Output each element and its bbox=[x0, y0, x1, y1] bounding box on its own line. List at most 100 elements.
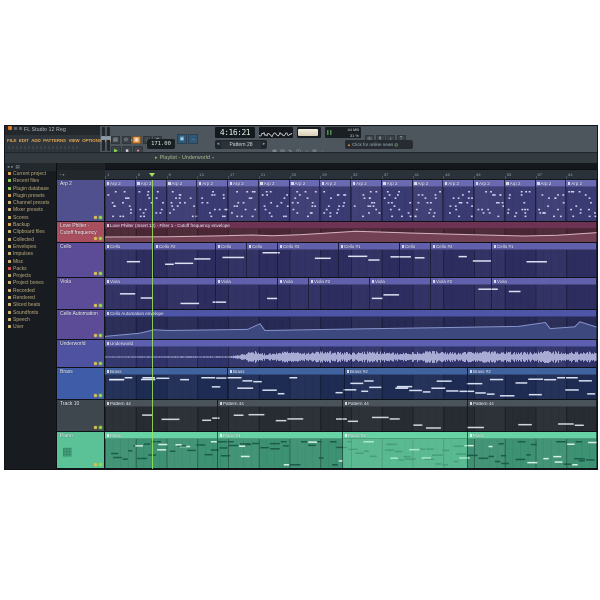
browser-item-scores[interactable]: Scores bbox=[5, 215, 56, 222]
track-record-led[interactable] bbox=[94, 237, 97, 240]
track-header-track-10[interactable]: Track 10 bbox=[57, 400, 105, 431]
clip-brass[interactable]: Brass bbox=[105, 368, 228, 399]
track-header-brass[interactable]: Brass bbox=[57, 368, 105, 399]
clip-pattern-44[interactable]: Pattern 44 bbox=[218, 400, 343, 431]
menu-options[interactable]: OPTIONS bbox=[82, 138, 102, 143]
clip-arp-2[interactable]: Arp 2 bbox=[351, 180, 382, 221]
clip-cello[interactable]: Cello bbox=[105, 243, 154, 277]
pattern-selector[interactable]: ◂ Pattern 28 ▸ bbox=[215, 140, 267, 149]
clip-cello[interactable]: Cello bbox=[400, 243, 431, 277]
clip-brass-2[interactable]: Brass #2 bbox=[345, 368, 468, 399]
browser-item-projects[interactable]: Projects bbox=[5, 273, 56, 280]
track-enable-led[interactable] bbox=[99, 237, 102, 240]
browser-item-recorded[interactable]: Recorded bbox=[5, 288, 56, 295]
track-record-led[interactable] bbox=[94, 394, 97, 397]
pattern-name[interactable]: Pattern 28 bbox=[221, 141, 261, 149]
playlist-title[interactable]: ▸Playlist - Underworld▾ bbox=[155, 153, 214, 163]
clip-arp-2[interactable]: Arp 2 bbox=[382, 180, 413, 221]
track-header-piano[interactable]: Piano▦ bbox=[57, 432, 105, 468]
track-enable-led[interactable] bbox=[99, 426, 102, 429]
clip-arp-2[interactable]: Arp 2 bbox=[505, 180, 536, 221]
clip-piano-2[interactable]: Piano #2 bbox=[343, 432, 468, 468]
track-record-led[interactable] bbox=[94, 426, 97, 429]
browser-back-icon[interactable]: ◂ bbox=[7, 164, 9, 169]
track-lane-brass[interactable]: BrassBrassBrass #2Brass #2 bbox=[105, 368, 597, 399]
menu-edit[interactable]: EDIT bbox=[19, 138, 29, 143]
browser-item-current-project[interactable]: Current project bbox=[5, 171, 56, 178]
clip-arp-2[interactable]: Arp 2 bbox=[320, 180, 351, 221]
playlist-scroll-strip[interactable] bbox=[105, 163, 597, 170]
track-lane-arp-2[interactable]: Arp 2Arp 2Arp 2Arp 2Arp 2Arp 2Arp 2Arp 2… bbox=[105, 180, 597, 221]
track-header-arp-2[interactable]: Arp 2 bbox=[57, 180, 105, 221]
track-record-led[interactable] bbox=[94, 304, 97, 307]
clip-cello-1[interactable]: Cello #1 bbox=[492, 243, 597, 277]
clip-piano[interactable]: Piano bbox=[468, 432, 597, 468]
clip-pattern-44[interactable]: Pattern 44 bbox=[343, 400, 468, 431]
track-enable-led[interactable] bbox=[99, 463, 102, 466]
browser-item-recent-files[interactable]: Recent files bbox=[5, 178, 56, 185]
browser-item-sliced-beats[interactable]: Sliced beats bbox=[5, 302, 56, 309]
track-lane-viola[interactable]: ViolaViolaViolaViola #2ViolaViola #2Viol… bbox=[105, 278, 597, 309]
timeline-ruler[interactable]: 15913172125293337414549535761 bbox=[105, 170, 597, 180]
clip-arp-2[interactable]: Arp 2 bbox=[443, 180, 474, 221]
titlebar[interactable]: FL Studio 12 Reg bbox=[5, 126, 100, 135]
track-record-led[interactable] bbox=[94, 463, 97, 466]
clip-arp-2[interactable]: Arp 2 bbox=[167, 180, 198, 221]
song-mode-icon[interactable]: → bbox=[188, 134, 198, 144]
track-enable-led[interactable] bbox=[99, 304, 102, 307]
clip-arp-2[interactable]: Arp 2 bbox=[566, 180, 597, 221]
main-volume-bar[interactable] bbox=[297, 127, 321, 138]
track-enable-led[interactable] bbox=[99, 334, 102, 337]
clip-brass-2[interactable]: Brass #2 bbox=[468, 368, 597, 399]
clip-cello-automation-envelope[interactable]: Cello Automation envelope bbox=[105, 310, 597, 339]
menu-add[interactable]: ADD bbox=[31, 138, 40, 143]
track-enable-led[interactable] bbox=[99, 272, 102, 275]
clip-piano-1[interactable]: Piano #1 bbox=[218, 432, 343, 468]
browser-item-user[interactable]: User bbox=[5, 324, 56, 331]
browser-item-clipboard-files[interactable]: Clipboard files bbox=[5, 229, 56, 236]
playhead-marker[interactable] bbox=[149, 173, 155, 177]
track-lane-cello[interactable]: CelloCello #2CelloCelloCello #2Cello #1C… bbox=[105, 243, 597, 277]
track-lane-love-philter[interactable]: Love Philter (Insert 12) - Filter 1 - Cu… bbox=[105, 222, 597, 242]
clip-brass[interactable]: Brass bbox=[228, 368, 345, 399]
clip-cello[interactable]: Cello bbox=[247, 243, 278, 277]
browser-item-plugin-database[interactable]: Plugin database bbox=[5, 186, 56, 193]
browser-page-icon[interactable]: ▤ bbox=[16, 164, 20, 169]
pattern-mode-icon[interactable]: ▣ bbox=[177, 134, 187, 144]
browser-item-packs[interactable]: Packs bbox=[5, 266, 56, 273]
clip-arp-2[interactable]: Arp 2 bbox=[536, 180, 567, 221]
browser-item-plugin-presets[interactable]: Plugin presets bbox=[5, 193, 56, 200]
track-header-cello-automation[interactable]: Cello Automation bbox=[57, 310, 105, 339]
clip-arp-2[interactable]: Arp 2 bbox=[413, 180, 444, 221]
clip-pattern-44[interactable]: Pattern 44 bbox=[468, 400, 597, 431]
track-enable-led[interactable] bbox=[99, 362, 102, 365]
track-enable-led[interactable] bbox=[99, 216, 102, 219]
track-header-underworld[interactable]: Underworld bbox=[57, 340, 105, 367]
browser-item-mixer-presets[interactable]: Mixer presets bbox=[5, 207, 56, 214]
browser-item-impulses[interactable]: Impulses bbox=[5, 251, 56, 258]
clip-arp-2[interactable]: Arp 2 bbox=[105, 180, 136, 221]
track-lane-track-10[interactable]: Pattern 44Pattern 44Pattern 44Pattern 44 bbox=[105, 400, 597, 431]
browser-item-collected[interactable]: Collected bbox=[5, 237, 56, 244]
menu-patterns[interactable]: PATTERNS bbox=[43, 138, 66, 143]
clip-viola-2[interactable]: Viola #2 bbox=[309, 278, 370, 309]
browser-item-envelopes[interactable]: Envelopes bbox=[5, 244, 56, 251]
playlist-corner[interactable]: + ▾ bbox=[57, 170, 105, 180]
clip-cello-2[interactable]: Cello #2 bbox=[431, 243, 492, 277]
clip-viola[interactable]: Viola bbox=[216, 278, 278, 309]
track-header-viola[interactable]: Viola bbox=[57, 278, 105, 309]
clip-arp-2[interactable]: Arp 2 bbox=[259, 180, 290, 221]
browser-forward-icon[interactable]: ▸ bbox=[11, 164, 13, 169]
clip-viola[interactable]: Viola bbox=[278, 278, 309, 309]
track-record-led[interactable] bbox=[94, 334, 97, 337]
browser-item-project-bones[interactable]: Project bones bbox=[5, 280, 56, 287]
track-record-led[interactable] bbox=[94, 362, 97, 365]
browser-item-misc[interactable]: Misc bbox=[5, 259, 56, 266]
menu-view[interactable]: VIEW bbox=[68, 138, 79, 143]
browser-item-speech[interactable]: Speech bbox=[5, 317, 56, 324]
track-record-led[interactable] bbox=[94, 216, 97, 219]
browser-item-backup[interactable]: Backup bbox=[5, 222, 56, 229]
clip-cello-1[interactable]: Cello #1 bbox=[339, 243, 400, 277]
track-header-love-philter[interactable]: Love Philter -Cutoff frequency bbox=[57, 222, 105, 242]
track-lane-piano[interactable]: PianoPiano #1Piano #2Piano bbox=[105, 432, 597, 468]
